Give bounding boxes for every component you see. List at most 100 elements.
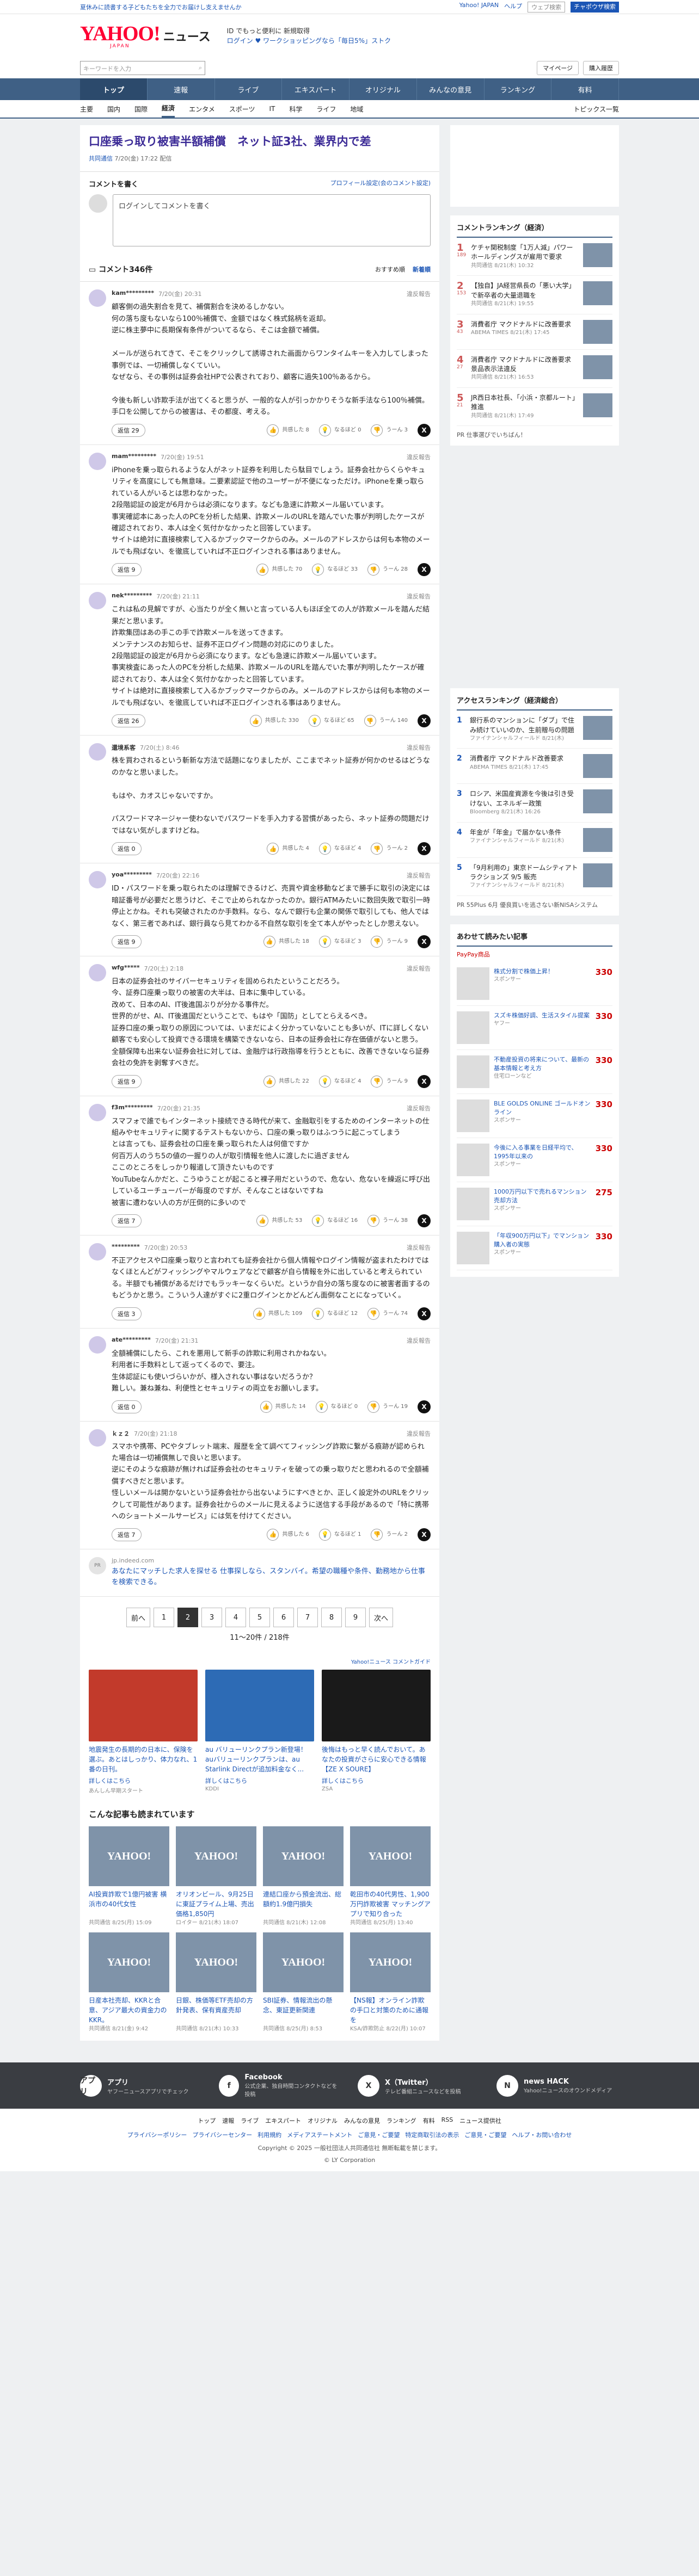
shop-thumbnail[interactable] (457, 1187, 489, 1220)
ranking-title[interactable]: JR西日本社長、「小浜・京都ルート」推進 (471, 393, 579, 412)
footer-link[interactable]: 有料 (423, 2116, 435, 2125)
shop-title[interactable]: 株式分割で株価上昇！ (494, 967, 591, 976)
ranking-pr[interactable]: PR 仕事選びでいちばん！ (457, 426, 612, 439)
vote-hmm-button[interactable]: 💡 なるほど 65 (308, 715, 354, 727)
ranking-thumbnail[interactable] (583, 827, 612, 852)
related-card[interactable]: YAHOO! SBI証券、情報流出の懸念、東証更新関連 共同通信 8/25(月) 8… (263, 1932, 344, 2032)
purchase-history-button[interactable]: 購入履歴 (583, 61, 619, 75)
nav-tab-0[interactable]: トップ (80, 78, 148, 100)
prev-page-button[interactable]: 前へ (126, 1608, 150, 1628)
shop-thumbnail[interactable] (457, 1231, 489, 1264)
ranking-thumbnail[interactable] (583, 393, 612, 417)
related-thumbnail[interactable]: YAHOO! (350, 1932, 431, 1993)
ad-text[interactable]: あなたにマッチした求人を探せる 仕事探しなら、スタンバイ。希望の職種や条件、勤務… (112, 1566, 431, 1589)
replies-button[interactable]: 返信 3 (112, 1307, 142, 1320)
page-button-7[interactable]: 7 (297, 1608, 318, 1628)
related-title[interactable]: 日銀、株価等ETF売却の方針発表、保有資産売却 (176, 1996, 256, 2024)
ad-card[interactable]: 後悔はもっと早く読んでおいて。あなたの投資がさらに安心できる情報【ZE X SO… (322, 1670, 431, 1794)
x-share-icon[interactable]: X (418, 935, 431, 949)
report-link[interactable]: 違反報告 (407, 1104, 431, 1113)
related-thumbnail[interactable]: YAHOO! (176, 1826, 256, 1887)
topbar-promo-link[interactable]: 夏休みに読書する子どもたちを全力でお届けし支えませんか (80, 3, 242, 11)
web-search-input[interactable]: ウェブ検索 (528, 2, 566, 13)
footer-policy-link[interactable]: プライバシーセンター (192, 2130, 252, 2139)
shop-title[interactable]: BLE GOLDS ONLINE ゴールドオンライン (494, 1099, 591, 1117)
report-link[interactable]: 違反報告 (407, 289, 431, 298)
footer-item[interactable]: Nnews HACK Yahoo!ニュースのオウンドメディア (496, 2073, 619, 2098)
ad-image[interactable] (205, 1670, 314, 1742)
nav-tab-6[interactable]: ランキング (485, 78, 552, 100)
help-link[interactable]: ヘルプ (504, 2, 522, 13)
related-title[interactable]: 日産本社売却、KKRと合意、アジア最大の資金力のKKR。 (89, 1996, 169, 2024)
replies-button[interactable]: 返信 9 (112, 935, 142, 949)
ranking-thumbnail[interactable] (583, 281, 612, 306)
vote-good-button[interactable]: 👍 共感した 22 (263, 1075, 309, 1088)
ranking-thumbnail[interactable] (583, 355, 612, 379)
subnav-tab-4[interactable]: エンタメ (189, 104, 215, 114)
footer-link[interactable]: みんなの意見 (344, 2116, 380, 2125)
page-button-1[interactable]: 1 (154, 1608, 174, 1628)
ranking-thumbnail[interactable] (583, 863, 612, 887)
vote-good-button[interactable]: 👍 共感した 53 (256, 1215, 302, 1227)
footer-title[interactable]: news HACK (524, 2078, 612, 2086)
footer-policy-link[interactable]: ご意見・ご要望 (358, 2130, 400, 2139)
topics-list-link[interactable]: トピックス一覧 (573, 104, 619, 114)
report-link[interactable]: 違反報告 (407, 1336, 431, 1345)
ranking-item[interactable]: 3 43 消費者庁 マクドナルドに改善要求 ABEMA TIMES 8/21(木) 1… (457, 314, 612, 350)
access-ranking-item[interactable]: 2 消費者庁 マクドナルド改善要求 ABEMA TIMES 8/21(木) 17:4… (457, 749, 612, 784)
related-thumbnail[interactable]: YAHOO! (263, 1826, 344, 1887)
shop-title[interactable]: スズキ株価好調、生活スタイル提案 (494, 1011, 591, 1020)
subnav-tab-7[interactable]: 科学 (289, 104, 302, 114)
footer-link[interactable]: RSS (442, 2116, 453, 2125)
report-link[interactable]: 違反報告 (407, 592, 431, 601)
ranking-thumbnail[interactable] (583, 754, 612, 779)
replies-button[interactable]: 返信 7 (112, 1214, 142, 1228)
ranking-title[interactable]: ケチャ関税制度「1万人減」パワーホールディングスが雇用で要求 (471, 243, 579, 262)
ranking-title[interactable]: 消費者庁 マクドナルドに改善要求 (471, 320, 579, 329)
shop-item[interactable]: 不動産投資の将来について、最新の基本情報と考え方 住宅ローンなど 330 (457, 1050, 612, 1094)
ad-caption[interactable]: au バリューリンクプラン新登場！ auバリューリンクプランは、au Starl… (205, 1745, 314, 1774)
header-promo-1[interactable]: ID でもっと便利に 新規取得 (227, 26, 391, 36)
shop-title[interactable]: 今後に入る事業を日経平均で、1995年以来の (494, 1144, 591, 1161)
related-title[interactable]: 乾田市の40代男性、1,900万円詐欺被害 マッチングアプリで知り合った (350, 1889, 431, 1918)
related-thumbnail[interactable]: YAHOO! (350, 1826, 431, 1887)
footer-policy-link[interactable]: ヘルプ・お問い合わせ (512, 2130, 572, 2139)
shop-thumbnail[interactable] (457, 1055, 489, 1088)
related-thumbnail[interactable]: YAHOO! (89, 1826, 169, 1887)
header-promo-2[interactable]: ログイン ♥ ワークショッピングなら「毎日5%」ストク (227, 36, 391, 46)
report-link[interactable]: 違反報告 (407, 453, 431, 461)
x-share-icon[interactable]: X (418, 1528, 431, 1541)
vote-good-button[interactable]: 👍 共感した 4 (267, 843, 309, 855)
comment-author[interactable]: ate********* (112, 1336, 151, 1345)
vote-good-button[interactable]: 👍 共感した 109 (253, 1307, 302, 1320)
access-ranking-pr[interactable]: PR 55Plus 6月 優良買いを逃さない新NISAシステム (457, 896, 612, 909)
article-source[interactable]: 共同通信 (89, 155, 113, 162)
sort-recommended[interactable]: おすすめ順 (375, 265, 405, 274)
shop-title[interactable]: 1000万円以下で売れるマンション売却方法 (494, 1188, 591, 1205)
related-title[interactable]: SBI証券、情報流出の懸念、東証更新関連 (263, 1996, 344, 2024)
vote-hmm-button[interactable]: 💡 なるほど 33 (312, 564, 358, 576)
footer-link[interactable]: トップ (198, 2116, 216, 2125)
keyword-search-input[interactable]: キーワードを入力 ⌕ (80, 61, 205, 75)
article-title[interactable]: 口座乗っ取り被害半額補償 ネット証3社、業界内で差 (89, 134, 431, 150)
comment-author[interactable]: wfg***** (112, 964, 140, 973)
footer-policy-link[interactable]: プライバシーポリシー (127, 2130, 187, 2139)
ad-image[interactable] (89, 1670, 198, 1742)
nav-tab-5[interactable]: みんなの意見 (417, 78, 485, 100)
ranking-thumbnail[interactable] (583, 789, 612, 814)
subnav-tab-0[interactable]: 主要 (80, 104, 93, 114)
comment-textarea[interactable]: ログインしてコメントを書く (113, 194, 431, 247)
yahoo-japan-link[interactable]: Yahoo! JAPAN (459, 2, 499, 13)
ad-more-link[interactable]: 詳しくはこちら (89, 1776, 198, 1785)
comment-author[interactable]: ********* (112, 1243, 140, 1252)
subnav-tab-9[interactable]: 地域 (350, 104, 363, 114)
ranking-thumbnail[interactable] (583, 243, 612, 267)
ranking-item[interactable]: 2 153 【独自】JA経営県長の「悪い大学」で新卒者の大量退職を 共同通信 8/21… (457, 276, 612, 314)
footer-policy-link[interactable]: 利用規約 (257, 2130, 281, 2139)
related-thumbnail[interactable]: YAHOO! (89, 1932, 169, 1993)
x-share-icon[interactable]: X (418, 423, 431, 437)
related-title[interactable]: オリオンビール、9月25日に東証プライム上場、売出価格1,850円 (176, 1889, 256, 1918)
ranking-title[interactable]: ロシア、米国産資源を今後は引き受けない、エネルギー政策 (470, 789, 579, 808)
mypage-button[interactable]: マイページ (537, 61, 579, 75)
footer-link[interactable]: ニュース提供社 (459, 2116, 501, 2125)
